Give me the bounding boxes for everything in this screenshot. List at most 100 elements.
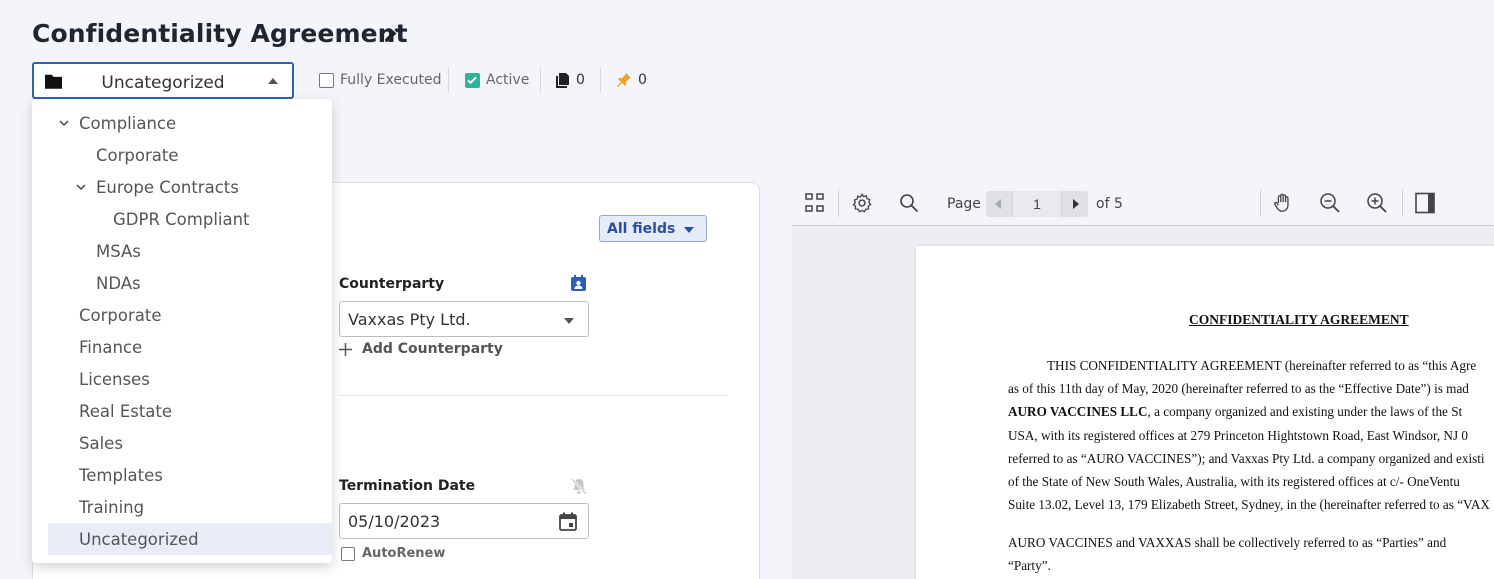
documents-count[interactable]: 0 <box>556 72 585 88</box>
autorenew-label: AutoRenew <box>362 546 446 561</box>
chevron-down-icon[interactable] <box>59 118 69 128</box>
zoom-in-icon[interactable] <box>1366 192 1388 214</box>
active-label: Active <box>486 72 530 88</box>
category-option-label: Uncategorized <box>79 529 199 549</box>
counterparty-select[interactable]: Vaxxas Pty Ltd. <box>339 301 589 337</box>
party-name: AURO VACCINES LLC <box>1008 404 1148 419</box>
caret-up-icon <box>268 78 278 84</box>
active-toggle[interactable]: Active <box>465 72 529 88</box>
divider <box>600 68 601 92</box>
category-option-label: Corporate <box>79 305 162 325</box>
category-select-value: Uncategorized <box>101 73 225 93</box>
document-line: “Party”. <box>1008 558 1051 573</box>
category-dropdown-menu: Compliance Corporate Europe Contracts GD… <box>32 99 332 563</box>
divider <box>1260 189 1261 217</box>
autorenew-toggle[interactable]: AutoRenew <box>341 546 445 561</box>
document-line-text: , a company organized and existing under… <box>1147 404 1463 419</box>
zoom-out-icon[interactable] <box>1319 192 1341 214</box>
document-line: AURO VACCINES and VAXXAS shall be collec… <box>1008 535 1447 550</box>
copy-icon <box>556 72 569 88</box>
category-option-ndas[interactable]: NDAs <box>48 267 332 299</box>
counterparty-value: Vaxxas Pty Ltd. <box>348 309 471 329</box>
category-option-finance[interactable]: Finance <box>48 331 332 363</box>
all-fields-label: All fields <box>607 220 676 237</box>
contact-card-icon[interactable] <box>570 275 587 292</box>
calendar-icon[interactable] <box>559 512 577 531</box>
category-option-templates[interactable]: Templates <box>48 459 332 491</box>
divider <box>540 68 541 92</box>
document-line: of the State of New South Wales, Austral… <box>1008 474 1460 489</box>
settings-gear-icon[interactable] <box>851 192 873 214</box>
category-option-label: Training <box>79 497 145 517</box>
next-page-button[interactable] <box>1062 191 1088 217</box>
document-line: AURO VACCINES LLC, a company organized a… <box>1008 404 1462 420</box>
category-option-gdpr-compliant[interactable]: GDPR Compliant <box>48 203 332 235</box>
add-counterparty-label: Add Counterparty <box>362 341 503 357</box>
add-counterparty-button[interactable]: Add Counterparty <box>339 341 503 357</box>
chevron-right-icon <box>1073 199 1079 209</box>
caret-down-icon <box>564 318 574 324</box>
category-option-label: NDAs <box>96 273 141 293</box>
active-checkbox[interactable] <box>465 72 480 88</box>
category-option-licenses[interactable]: Licenses <box>48 363 332 395</box>
page-number-input[interactable]: 1 <box>1012 191 1062 217</box>
category-option-label: Sales <box>79 433 123 453</box>
pins-count-value: 0 <box>638 72 647 88</box>
counterparty-label: Counterparty <box>339 276 445 292</box>
autorenew-checkbox[interactable] <box>341 546 355 561</box>
category-option-label: Compliance <box>79 113 177 133</box>
chevron-down-icon[interactable] <box>76 182 86 192</box>
category-option-label: GDPR Compliant <box>113 209 250 229</box>
page-navigator: 1 <box>986 191 1088 217</box>
document-line: USA, with its registered offices at 279 … <box>1008 428 1468 443</box>
category-option-label: Licenses <box>79 369 150 389</box>
category-select[interactable]: Uncategorized <box>32 62 294 99</box>
page-title: Confidentiality Agreement <box>32 19 408 48</box>
category-option-training[interactable]: Training <box>48 491 332 523</box>
termination-date-input[interactable]: 05/10/2023 <box>339 503 589 539</box>
fully-executed-label: Fully Executed <box>340 72 442 88</box>
category-option-label: MSAs <box>96 241 141 261</box>
category-option-corporate[interactable]: Corporate <box>48 299 332 331</box>
category-option-real-estate[interactable]: Real Estate <box>48 395 332 427</box>
chevron-left-icon <box>995 199 1001 209</box>
pins-count[interactable]: 0 <box>616 72 647 88</box>
page-total: of 5 <box>1096 196 1123 212</box>
termination-date-value: 05/10/2023 <box>348 511 441 531</box>
pin-icon <box>617 73 631 87</box>
document-line: referred to as “AURO VACCINES”); and Vax… <box>1008 451 1485 466</box>
category-option-label: Finance <box>79 337 143 357</box>
plus-icon <box>339 342 352 356</box>
documents-count-value: 0 <box>576 72 585 88</box>
divider <box>1402 189 1403 217</box>
termination-date-label: Termination Date <box>339 478 476 494</box>
category-option-label: Templates <box>79 465 163 485</box>
panel-toggle-icon[interactable] <box>1414 192 1436 214</box>
category-option-label: Real Estate <box>79 401 173 421</box>
category-option-corporate-sub[interactable]: Corporate <box>48 139 332 171</box>
previous-page-button[interactable] <box>986 191 1012 217</box>
category-option-msas[interactable]: MSAs <box>48 235 332 267</box>
fully-executed-checkbox[interactable] <box>319 72 334 88</box>
category-option-label: Corporate <box>96 145 179 165</box>
document-line: THIS CONFIDENTIALITY AGREEMENT (hereinaf… <box>1047 358 1477 373</box>
pan-hand-icon[interactable] <box>1272 192 1294 214</box>
document-line: Suite 13.02, Level 13, 179 Elizabeth Str… <box>1008 497 1490 512</box>
all-fields-button[interactable]: All fields <box>599 215 707 242</box>
bell-off-icon[interactable] <box>571 478 587 495</box>
caret-down-icon <box>684 227 694 233</box>
search-icon[interactable] <box>898 192 920 214</box>
fully-executed-toggle[interactable]: Fully Executed <box>319 72 442 88</box>
category-option-label: Europe Contracts <box>96 177 239 197</box>
category-option-compliance[interactable]: Compliance <box>48 107 332 139</box>
section-divider <box>339 395 728 396</box>
pencil-icon[interactable] <box>383 26 401 44</box>
page-label: Page <box>947 196 981 212</box>
divider <box>448 68 449 92</box>
thumbnails-icon[interactable] <box>804 192 826 214</box>
category-option-sales[interactable]: Sales <box>48 427 332 459</box>
category-option-europe-contracts[interactable]: Europe Contracts <box>48 171 332 203</box>
document-title: CONFIDENTIALITY AGREEMENT <box>1189 312 1409 327</box>
divider <box>838 189 839 217</box>
category-option-uncategorized[interactable]: Uncategorized <box>48 523 332 555</box>
